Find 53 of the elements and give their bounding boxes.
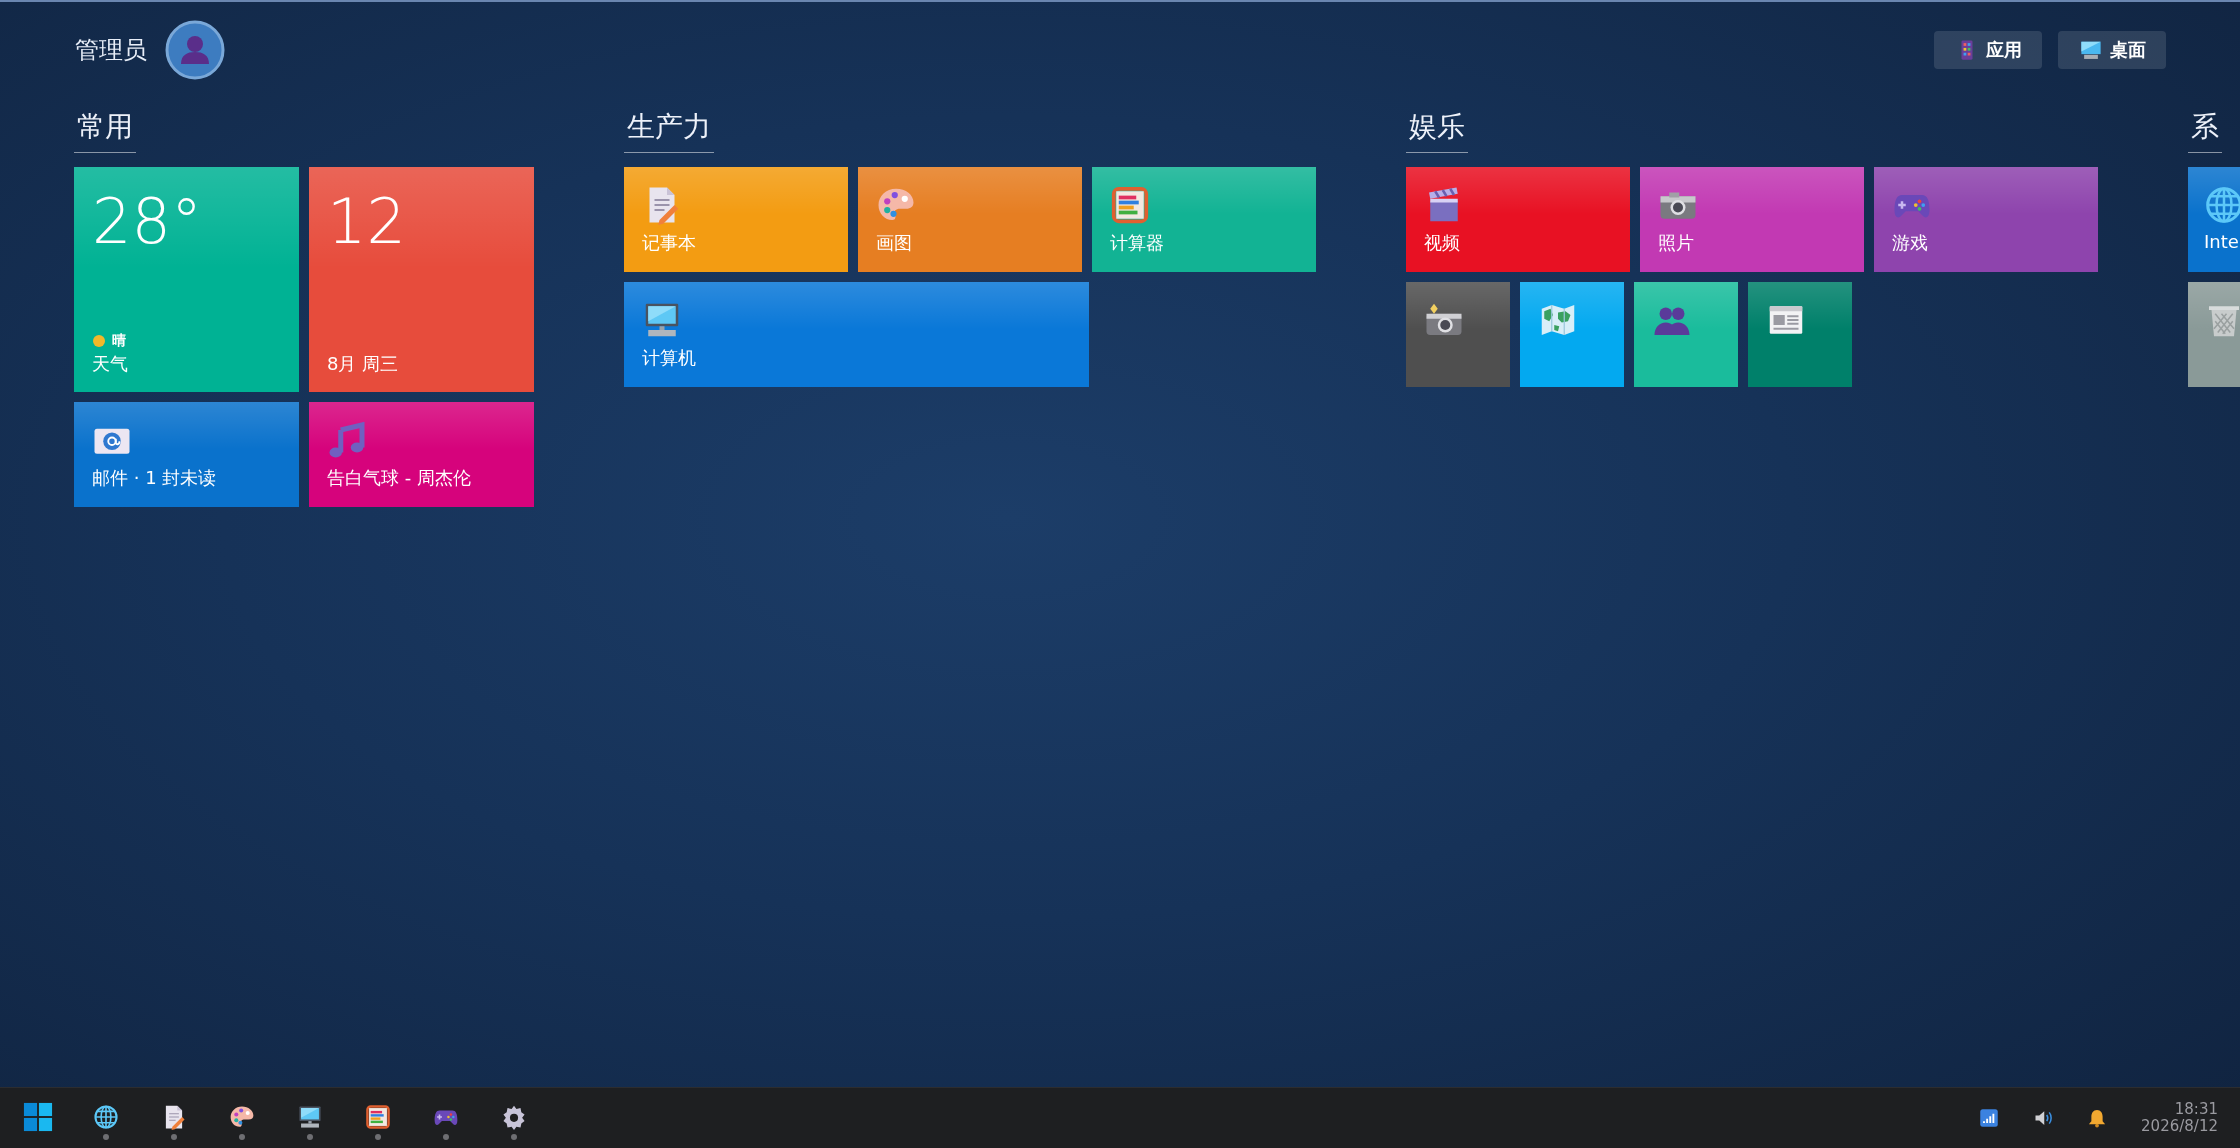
group-title: 系 xyxy=(2188,108,2222,153)
signal-icon[interactable] xyxy=(1979,1108,2000,1128)
tile-label: 画图 xyxy=(876,231,912,255)
tile-label: 游戏 xyxy=(1892,231,1928,255)
app-tile[interactable]: 游戏 xyxy=(1874,167,2098,272)
app-tile[interactable] xyxy=(1748,282,1852,387)
abacus-icon xyxy=(1110,185,1150,225)
app-tile[interactable]: Inte xyxy=(2188,167,2240,272)
user-name: 管理员 xyxy=(75,35,147,66)
sun-icon xyxy=(92,334,106,348)
group-title: 娱乐 xyxy=(1406,108,1468,153)
monitor-icon[interactable] xyxy=(297,1104,323,1130)
app-tile[interactable]: 告白气球 - 周杰伦 xyxy=(309,402,534,507)
globe-icon[interactable] xyxy=(93,1104,119,1130)
tile-label: 告白气球 - 周杰伦 xyxy=(327,466,471,490)
tile-label: 天气 xyxy=(92,352,128,376)
desktop-button[interactable]: 桌面 xyxy=(2058,31,2166,69)
app-tile[interactable]: 计算器 xyxy=(1092,167,1316,272)
palette-icon[interactable] xyxy=(229,1104,255,1130)
tile-label: 邮件 · 1 封未读 xyxy=(92,466,217,490)
group-title: 常用 xyxy=(74,108,136,153)
app-tile[interactable]: 计算机 xyxy=(624,282,1089,387)
app-tile[interactable]: 画图 xyxy=(858,167,1082,272)
weather-tile[interactable]: 28° 晴 天气 xyxy=(74,167,299,392)
user-avatar[interactable] xyxy=(165,20,225,80)
group-title: 生产力 xyxy=(624,108,714,153)
tile-label: 视频 xyxy=(1424,231,1460,255)
app-tile[interactable] xyxy=(1520,282,1624,387)
clock-time: 18:31 xyxy=(2174,1100,2218,1118)
start-icon[interactable] xyxy=(23,1102,53,1132)
bell-icon[interactable] xyxy=(2087,1108,2108,1128)
monitor-icon xyxy=(2080,39,2102,61)
apps-button[interactable]: 应用 xyxy=(1934,31,2042,69)
weather-condition: 晴 xyxy=(112,332,126,350)
app-tile[interactable] xyxy=(1406,282,1510,387)
app-tile[interactable]: 视频 xyxy=(1406,167,1630,272)
calendar-tile[interactable]: 12 8月 周三 xyxy=(309,167,534,392)
app-tile[interactable] xyxy=(1634,282,1738,387)
tile-label: 计算机 xyxy=(642,346,696,370)
app-tile[interactable]: 邮件 · 1 封未读 xyxy=(74,402,299,507)
abacus-icon[interactable] xyxy=(365,1104,391,1130)
clock-date: 2026/8/12 xyxy=(2141,1118,2218,1136)
app-tile[interactable]: 照片 xyxy=(1640,167,1864,272)
calendar-date: 8月 周三 xyxy=(327,352,399,376)
tile-label: 计算器 xyxy=(1110,231,1164,255)
calendar-day: 12 xyxy=(327,191,406,253)
tile-label: Inte xyxy=(2204,231,2239,252)
tile-label: 照片 xyxy=(1658,231,1694,255)
music-note-icon xyxy=(327,420,367,460)
settings-icon[interactable] xyxy=(501,1104,527,1130)
temperature: 28° xyxy=(92,191,202,253)
globe-icon xyxy=(2204,185,2240,225)
tile-label: 记事本 xyxy=(642,231,696,255)
